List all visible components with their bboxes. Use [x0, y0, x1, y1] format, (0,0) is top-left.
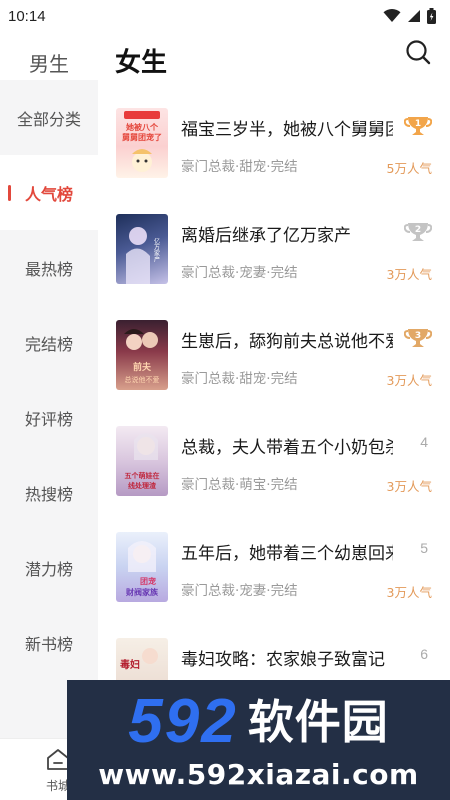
- book-title: 总裁，夫人带着五个小奶包杀回来了: [181, 438, 393, 458]
- book-popularity: 5万人气: [386, 161, 432, 176]
- status-time: 10:14: [8, 7, 46, 25]
- cover-title-line: 财阀家族: [125, 587, 159, 597]
- sidebar-item-top-rated[interactable]: 好评榜: [0, 380, 98, 455]
- category-sidebar: 全部分类 人气榜 最热榜 完结榜 好评榜 热搜榜 潜力榜 新书榜: [0, 80, 98, 740]
- watermark-brand-name: 软件园: [247, 695, 389, 749]
- watermark-logo: 592 软件园: [67, 686, 450, 758]
- wifi-icon: [383, 9, 401, 22]
- trophy-icon: 2: [404, 223, 432, 241]
- book-meta: 豪门总裁·宠妻·完结: [181, 583, 298, 599]
- cover-art: 前夫 总说他不爱: [124, 329, 160, 384]
- cover-title-line: 毒妇: [120, 658, 140, 671]
- book-popularity: 3万人气: [386, 479, 432, 494]
- book-meta: 豪门总裁·甜宠·完结: [181, 371, 298, 387]
- trophy-icon: 3: [404, 329, 432, 347]
- sidebar-item-all-categories[interactable]: 全部分类: [0, 80, 98, 155]
- book-item[interactable]: 前夫 总说他不爱 生崽后，舔狗前夫总说他不爱 豪门总裁·甜宠·完结 3万人气 3: [98, 320, 450, 426]
- sidebar-item-completed[interactable]: 完结榜: [0, 305, 98, 380]
- book-title: 生崽后，舔狗前夫总说他不爱: [181, 332, 393, 352]
- sidebar-item-potential[interactable]: 潜力榜: [0, 530, 98, 605]
- search-icon[interactable]: [404, 38, 432, 66]
- rank-number: 2: [415, 225, 421, 235]
- sidebar-item-hot-search[interactable]: 热搜榜: [0, 455, 98, 530]
- book-cover: 她被八个 舅舅团宠了: [116, 108, 168, 178]
- battery-icon: [427, 8, 436, 24]
- cover-title-line: 亿万家产: [153, 237, 160, 263]
- cover-title-line: 团宠: [140, 576, 156, 586]
- book-meta: 豪门总裁·宠妻·完结: [181, 265, 298, 281]
- book-title: 毒妇攻略：农家娘子致富记: [181, 650, 385, 670]
- book-popularity: 3万人气: [386, 585, 432, 600]
- book-title: 福宝三岁半，她被八个舅舅团宠了: [181, 120, 393, 140]
- book-popularity: 3万人气: [386, 373, 432, 388]
- book-title: 五年后，她带着三个幼崽回来了: [181, 544, 393, 564]
- book-cover: 团宠 财阀家族: [116, 532, 168, 602]
- book-cover: 五个萌娃在 线处理渣: [116, 426, 168, 496]
- book-cover: 亿万家产: [116, 214, 168, 284]
- watermark-brand-digits: 592: [128, 687, 238, 756]
- rank-number: 1: [415, 119, 421, 129]
- sidebar-item-hottest[interactable]: 最热榜: [0, 230, 98, 305]
- rank-number: 5: [420, 540, 428, 556]
- cover-title-line: 前夫: [133, 361, 152, 373]
- rank-number: 3: [415, 331, 421, 341]
- tab-female[interactable]: 女生: [115, 42, 167, 79]
- cover-title-line: 舅舅团宠了: [122, 132, 162, 142]
- cover-art: 亿万家产: [126, 227, 160, 284]
- book-item[interactable]: 她被八个 舅舅团宠了 福宝三岁半，她被八个舅舅团宠了 豪门总裁·甜宠·完结 5万…: [98, 108, 450, 214]
- book-item[interactable]: 亿万家产 离婚后继承了亿万家产 豪门总裁·宠妻·完结 3万人气 2: [98, 214, 450, 320]
- book-popularity: 3万人气: [386, 267, 432, 282]
- trophy-icon: 1: [404, 117, 432, 135]
- cover-art: 她被八个 舅舅团宠了: [122, 111, 162, 172]
- cover-title-line: 总说他不爱: [125, 375, 160, 384]
- cover-title-line: 她被八个: [126, 122, 159, 132]
- book-meta: 豪门总裁·萌宝·完结: [181, 477, 298, 493]
- cover-art: 五个萌娃在 线处理渣: [125, 433, 160, 490]
- book-meta: 豪门总裁·甜宠·完结: [181, 159, 298, 175]
- status-bar: 10:14: [0, 0, 450, 32]
- sidebar-item-popular[interactable]: 人气榜: [0, 155, 98, 230]
- signal-icon: [408, 10, 420, 22]
- status-icons: [383, 8, 436, 24]
- tab-male[interactable]: 男生: [0, 48, 98, 77]
- cover-title-line: 线处理渣: [128, 481, 157, 490]
- cover-art: 团宠 财阀家族: [125, 541, 159, 597]
- rank-number: 6: [420, 646, 428, 662]
- book-item[interactable]: 团宠 财阀家族 五年后，她带着三个幼崽回来了 豪门总裁·宠妻·完结 3万人气 5: [98, 532, 450, 638]
- watermark-url: www.592xiazai.com: [98, 758, 419, 791]
- book-cover: 前夫 总说他不爱: [116, 320, 168, 390]
- cover-title-line: 五个萌娃在: [125, 471, 160, 480]
- book-title: 离婚后继承了亿万家产: [181, 226, 351, 246]
- rank-number: 4: [420, 434, 428, 450]
- sidebar-item-new-books[interactable]: 新书榜: [0, 605, 98, 680]
- book-item[interactable]: 五个萌娃在 线处理渣 总裁，夫人带着五个小奶包杀回来了 豪门总裁·萌宝·完结 3…: [98, 426, 450, 532]
- watermark-banner: 592 软件园 www.592xiazai.com: [67, 680, 450, 800]
